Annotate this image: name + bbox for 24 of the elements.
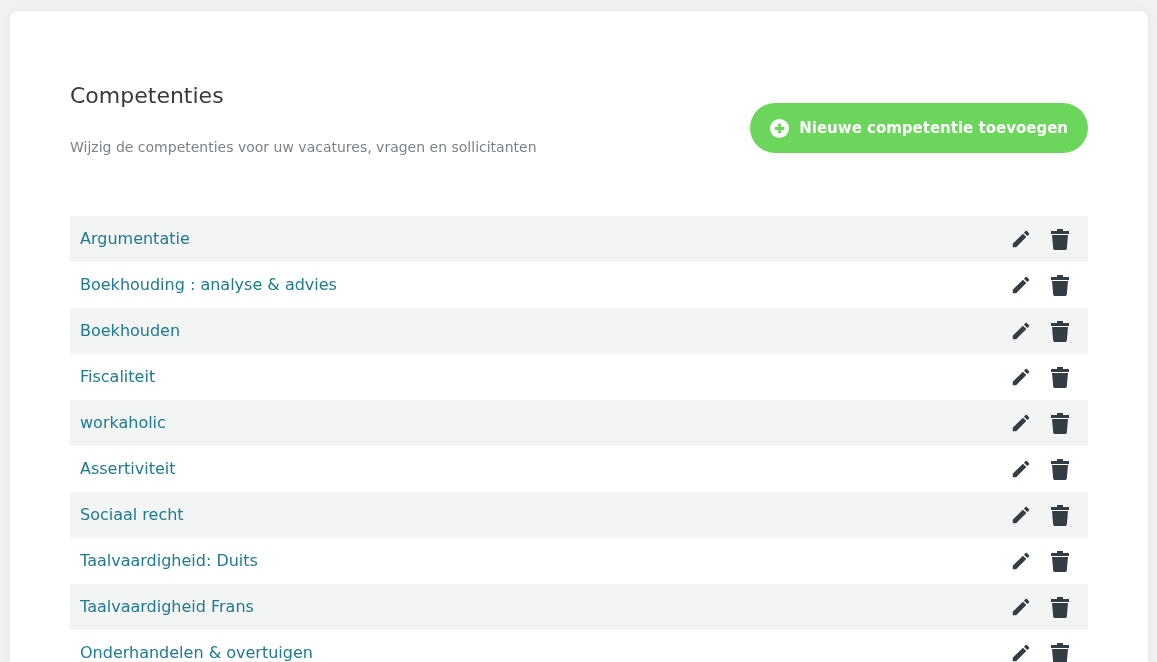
delete-trash-icon[interactable]: [1050, 642, 1070, 662]
page-subtitle: Wijzig de competenties voor uw vacatures, vragen en sollicitanten: [70, 138, 537, 158]
competency-link[interactable]: workaholic: [80, 411, 166, 436]
competency-link[interactable]: Sociaal recht: [80, 503, 184, 528]
competency-link[interactable]: Assertiviteit: [80, 457, 176, 482]
delete-trash-icon[interactable]: [1050, 504, 1070, 527]
plus-circle-icon: [770, 118, 790, 138]
competency-link[interactable]: Taalvaardigheid Frans: [80, 595, 254, 620]
page-title: Competenties: [70, 83, 225, 110]
delete-trash-icon[interactable]: [1050, 412, 1070, 435]
competency-link[interactable]: Argumentatie: [80, 227, 190, 252]
competency-link[interactable]: Fiscaliteit: [80, 365, 156, 390]
delete-trash-icon[interactable]: [1050, 458, 1070, 481]
edit-pencil-icon[interactable]: [1010, 642, 1032, 662]
delete-trash-icon[interactable]: [1050, 550, 1070, 573]
competency-link[interactable]: Boekhouding : analyse & advies: [80, 273, 337, 298]
delete-trash-icon[interactable]: [1050, 228, 1070, 251]
delete-trash-icon[interactable]: [1050, 596, 1070, 619]
delete-trash-icon[interactable]: [1050, 320, 1070, 343]
delete-trash-icon[interactable]: [1050, 366, 1070, 389]
competency-link[interactable]: Onderhandelen & overtuigen: [80, 641, 313, 662]
competency-link[interactable]: Boekhouden: [80, 319, 181, 344]
competency-link[interactable]: Taalvaardigheid: Duits: [80, 549, 258, 574]
delete-trash-icon[interactable]: [1050, 274, 1070, 297]
